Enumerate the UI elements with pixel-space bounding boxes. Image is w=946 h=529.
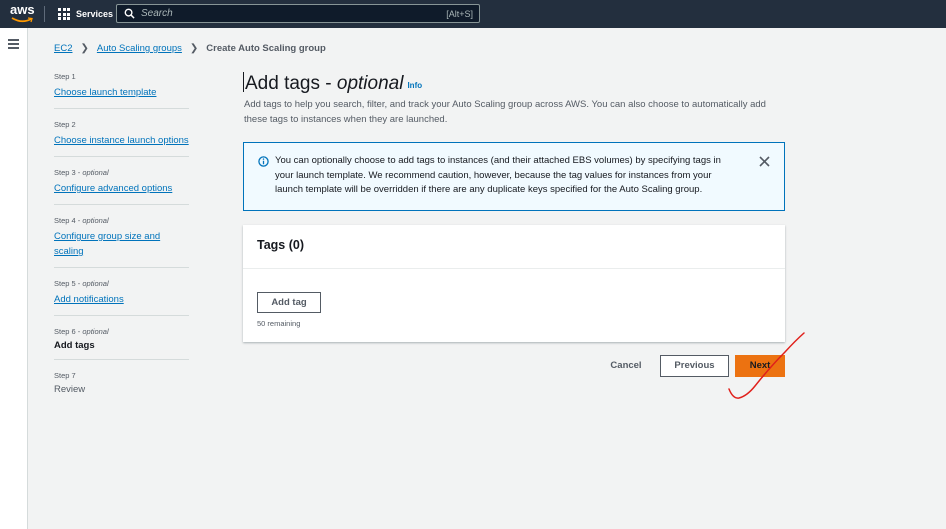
wizard-step-3: Step 3 - optional Configure advanced opt… [54, 166, 189, 205]
step-link-choose-launch-template[interactable]: Choose launch template [54, 85, 189, 100]
chevron-right-icon: ❯ [80, 43, 89, 54]
add-tag-button[interactable]: Add tag [257, 292, 321, 313]
breadcrumb-auto-scaling-groups[interactable]: Auto Scaling groups [97, 43, 182, 54]
step-review: Review [54, 384, 86, 395]
breadcrumb-ec2[interactable]: EC2 [54, 43, 72, 54]
search-input[interactable] [135, 7, 447, 20]
wizard-step-4: Step 4 - optional Configure group size a… [54, 214, 189, 268]
wizard-step-2: Step 2 Choose instance launch options [54, 118, 189, 157]
breadcrumb: EC2 ❯ Auto Scaling groups ❯ Create Auto … [54, 43, 326, 54]
tags-panel: Tags (0) Add tag 50 remaining [243, 225, 785, 342]
page-description: Add tags to help you search, filter, and… [244, 99, 766, 125]
aws-smile-icon [11, 17, 33, 23]
step-label: Step 6 - optional [54, 327, 109, 336]
breadcrumb-current: Create Auto Scaling group [206, 43, 326, 54]
wizard-step-5: Step 5 - optional Add notifications [54, 277, 189, 316]
step-link-group-size-scaling[interactable]: Configure group size and scaling [54, 229, 172, 259]
wizard-step-1: Step 1 Choose launch template [54, 70, 189, 109]
step-current-add-tags: Add tags [54, 340, 95, 351]
wizard-step-7: Step 7 Review [54, 369, 189, 403]
page-title: Add tags - optional Info [243, 72, 422, 95]
step-link-instance-launch-options[interactable]: Choose instance launch options [54, 133, 189, 148]
tags-remaining-text: 50 remaining [257, 319, 301, 328]
services-menu-button[interactable]: Services [58, 6, 113, 22]
step-label: Step 3 - optional [54, 168, 109, 177]
step-label: Step 5 - optional [54, 279, 109, 288]
tags-panel-title: Tags (0) [257, 238, 304, 252]
aws-logo[interactable]: aws [10, 3, 38, 25]
step-label: Step 1 [54, 72, 76, 81]
top-navigation: aws Services [Alt+S] [0, 0, 946, 28]
step-link-add-notifications[interactable]: Add notifications [54, 292, 189, 307]
wizard-steps: Step 1 Choose launch template Step 2 Cho… [54, 70, 189, 412]
previous-button[interactable]: Previous [660, 355, 729, 377]
search-icon [124, 8, 135, 19]
menu-icon[interactable] [8, 39, 19, 49]
step-label: Step 2 [54, 120, 76, 129]
services-label: Services [76, 9, 114, 19]
search-box[interactable]: [Alt+S] [116, 4, 480, 23]
cancel-button[interactable]: Cancel [604, 356, 648, 376]
side-navigation-rail [0, 28, 28, 529]
next-button[interactable]: Next [735, 355, 785, 377]
grid-icon [58, 8, 70, 20]
page-title-text: Add tags - [245, 73, 337, 94]
step-label: Step 4 - optional [54, 216, 109, 225]
aws-logo-text: aws [10, 2, 35, 17]
info-icon [258, 156, 269, 167]
close-icon[interactable] [758, 155, 771, 168]
alert-text: You can optionally choose to add tags to… [275, 155, 721, 195]
chevron-right-icon: ❯ [189, 43, 199, 54]
text-cursor [243, 72, 244, 92]
nav-divider [44, 6, 45, 22]
search-shortcut: [Alt+S] [446, 8, 473, 19]
tags-panel-header: Tags (0) [243, 225, 785, 269]
step-link-advanced-options[interactable]: Configure advanced options [54, 181, 189, 196]
info-link[interactable]: Info [407, 81, 422, 90]
step-label: Step 7 [54, 371, 76, 380]
page-title-optional: optional [336, 73, 404, 94]
wizard-step-6: Step 6 - optional Add tags [54, 325, 189, 360]
info-alert: You can optionally choose to add tags to… [243, 142, 785, 211]
